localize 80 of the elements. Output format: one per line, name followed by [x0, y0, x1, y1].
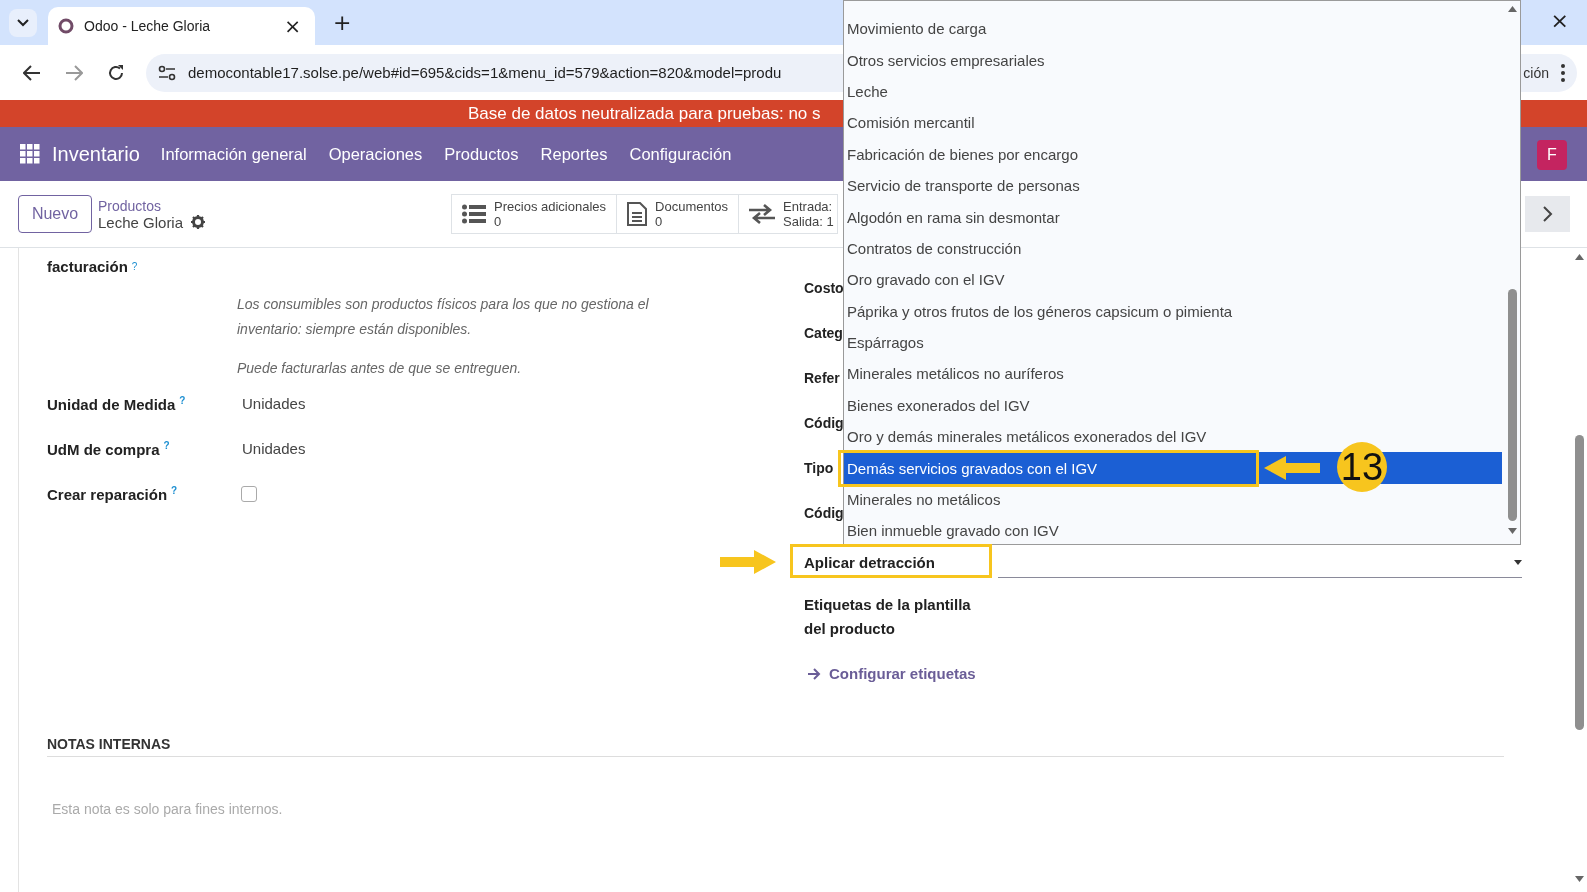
menu-item[interactable]: Información general	[160, 144, 307, 164]
document-icon	[627, 202, 648, 226]
checkbox[interactable]	[241, 485, 257, 502]
help-note: Los consumibles son productos físicos para los que no gestiona el inventario: siempre están disponibles.	[237, 295, 650, 339]
dropdown-option[interactable]: Algodón en rama sin desmontar	[844, 201, 1502, 233]
scroll-thumb[interactable]	[1508, 289, 1517, 521]
field-label: Tipo	[804, 459, 834, 476]
reload-icon	[107, 63, 125, 82]
site-settings-icon	[158, 64, 176, 81]
field-label: Categ	[804, 324, 843, 341]
list-icon	[462, 204, 487, 224]
arrow-icon	[720, 550, 776, 574]
close-window-button[interactable]: ×	[1546, 8, 1573, 33]
tab-title: Odoo - Leche Gloria	[84, 18, 212, 34]
close-tab-button[interactable]: ×	[280, 14, 305, 38]
scroll-down-icon[interactable]	[1575, 876, 1584, 882]
section-title: NOTAS INTERNAS	[47, 736, 171, 752]
dropdown-option[interactable]: Leche	[844, 75, 1502, 108]
help-note: Puede facturarlas antes de que se entreguen.	[237, 359, 523, 378]
address-bar-text: ción	[1523, 64, 1549, 81]
back-icon	[23, 64, 41, 81]
field-label: Códig	[804, 504, 844, 521]
dropdown-option[interactable]: Páprika y otros frutos de los géneros capsicum o pimienta	[844, 295, 1502, 327]
caret-icon	[1514, 559, 1522, 565]
user-avatar[interactable]: F	[1537, 140, 1567, 170]
menu-icon[interactable]	[1561, 63, 1565, 82]
scroll-up-icon[interactable]	[1508, 6, 1517, 12]
field-label: Códig	[804, 414, 844, 431]
url-text: democontable17.solse.pe/web#id=695&cids=1&menu_id=579&action=820&model=produ	[188, 64, 783, 81]
field-label: UdM de compra	[47, 440, 160, 458]
field-value[interactable]: Unidades	[242, 395, 306, 412]
help-marker[interactable]: ?	[163, 439, 170, 451]
field-label: Crear reparación	[47, 485, 168, 503]
next-record-button[interactable]	[1525, 196, 1570, 232]
dropdown-option[interactable]: Comisión mercantil	[844, 107, 1502, 139]
transfer-arrows-icon	[749, 204, 776, 224]
menu-item[interactable]: Productos	[444, 144, 519, 164]
app-name[interactable]: Inventario	[52, 142, 140, 166]
dropdown-option[interactable]: Espárragos	[844, 326, 1502, 359]
field-label: Refer	[804, 369, 840, 386]
browser-tab[interactable]: Odoo - Leche Gloria ×	[48, 7, 315, 45]
dropdown-option[interactable]: Servicio de transporte de personas	[844, 169, 1502, 202]
new-button[interactable]: Nuevo	[18, 195, 92, 233]
forward-icon	[65, 64, 83, 81]
new-tab-button[interactable]: +	[329, 10, 356, 35]
menu-item[interactable]: Operaciones	[328, 144, 423, 164]
banner-text: Base de datos neutralizada para pruebas: no s	[468, 103, 821, 124]
field-label: Costo	[804, 279, 844, 296]
chevron-down-icon	[17, 19, 29, 27]
dropdown-option[interactable]: Bien inmueble gravado con IGV	[844, 515, 1502, 547]
scroll-thumb[interactable]	[1575, 435, 1584, 730]
field-label: Unidad de Medida	[47, 395, 176, 413]
arrow-icon	[808, 667, 821, 680]
dropdown-option[interactable]: Fabricación de bienes por encargo	[844, 138, 1502, 170]
dropdown-option[interactable]: Otros servicios empresariales	[844, 44, 1502, 76]
favicon-icon	[58, 18, 74, 34]
chevron-right-icon	[1542, 206, 1553, 222]
dropdown-option[interactable]: Contratos de construcción	[844, 232, 1502, 265]
scroll-down-icon[interactable]	[1508, 528, 1517, 534]
breadcrumb-link[interactable]: Productos	[98, 197, 206, 214]
record-name: Leche Gloria	[98, 213, 184, 231]
tab-list-button[interactable]	[9, 9, 37, 37]
dropdown-option[interactable]: Minerales metálicos no auríferos	[844, 358, 1502, 390]
help-marker[interactable]: ?	[171, 484, 178, 496]
field-label: Etiquetas de la plantilla del producto	[804, 595, 972, 639]
settings-icon[interactable]	[191, 215, 206, 229]
help-marker[interactable]: ?	[179, 394, 186, 406]
field-label: Aplicar detracción	[804, 554, 935, 571]
apps-menu-icon[interactable]	[20, 144, 40, 164]
field-label: facturación	[47, 257, 128, 275]
help-marker[interactable]: ?	[131, 260, 138, 272]
dropdown-option[interactable]: Oro gravado con el IGV	[844, 264, 1502, 296]
dropdown-option[interactable]: Movimiento de carga	[844, 13, 1502, 45]
scroll-up-icon[interactable]	[1575, 254, 1584, 260]
menu-item[interactable]: Configuración	[629, 144, 732, 164]
field-value[interactable]: Unidades	[242, 440, 306, 457]
dropdown-option[interactable]: Bienes exonerados del IGV	[844, 389, 1502, 422]
arrow-icon	[1264, 456, 1320, 480]
configure-tags-link[interactable]: Configurar etiquetas	[804, 665, 976, 682]
menu-item[interactable]: Reportes	[540, 144, 608, 164]
